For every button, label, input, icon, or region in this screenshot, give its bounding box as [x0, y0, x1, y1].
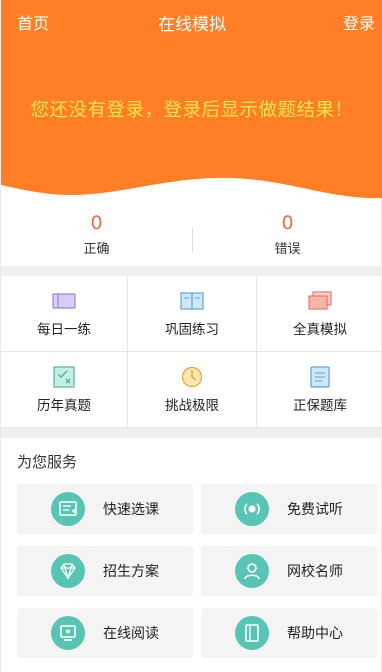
wrong-label: 错误 — [274, 242, 301, 257]
diamond-icon — [51, 554, 85, 588]
result-stats: 0 正确 0 错误 — [1, 206, 382, 266]
grid-item-label: 挑战极限 — [165, 398, 219, 414]
grid-item-challenge[interactable]: 挑战极限 — [128, 352, 257, 428]
teacher-icon — [235, 554, 269, 588]
service-label: 招生方案 — [103, 564, 159, 580]
service-online-reading[interactable]: 在线阅读 — [17, 608, 193, 658]
section-divider — [1, 428, 382, 438]
service-free-trial[interactable]: 免费试听 — [201, 484, 377, 534]
grid-item-label: 全真模拟 — [293, 322, 347, 338]
question-bank-icon — [310, 366, 330, 388]
grid-item-label: 每日一练 — [37, 322, 91, 338]
correct-label: 正确 — [83, 242, 110, 257]
wrong-stat: 0 错误 — [192, 212, 382, 257]
past-papers-icon — [53, 366, 75, 388]
correct-stat: 0 正确 — [1, 212, 192, 257]
daily-practice-icon — [52, 293, 76, 309]
grid-item-consolidate[interactable]: 巩固练习 — [128, 276, 257, 352]
grid-item-label: 巩固练习 — [165, 322, 219, 338]
header-banner: 首页 在线模拟 登录 您还没有登录，登录后显示做题结果！ — [1, 0, 382, 212]
audio-icon — [235, 492, 269, 526]
service-label: 免费试听 — [287, 502, 343, 518]
service-help-center[interactable]: 帮助中心 — [201, 608, 377, 658]
grid-item-daily-practice[interactable]: 每日一练 — [1, 276, 128, 352]
service-course-select[interactable]: 快速选课 — [17, 484, 193, 534]
correct-count: 0 — [90, 212, 103, 234]
grid-item-past-papers[interactable]: 历年真题 — [1, 352, 128, 428]
consolidate-icon — [180, 292, 204, 310]
service-label: 在线阅读 — [103, 626, 159, 642]
help-icon — [235, 616, 269, 650]
section-divider — [1, 266, 382, 276]
app-screen: 首页 在线模拟 登录 您还没有登录，登录后显示做题结果！ 0 正确 0 错误 每… — [0, 0, 382, 672]
grid-item-mock-exam[interactable]: 全真模拟 — [257, 276, 382, 352]
mock-exam-icon — [308, 291, 332, 310]
reading-icon — [51, 616, 85, 650]
service-admission-plan[interactable]: 招生方案 — [17, 546, 193, 596]
services-title: 为您服务 — [17, 453, 78, 471]
service-teachers[interactable]: 网校名师 — [201, 546, 377, 596]
course-select-icon — [51, 492, 85, 526]
challenge-icon — [181, 366, 203, 388]
login-prompt-message[interactable]: 您还没有登录，登录后显示做题结果！ — [1, 96, 382, 122]
service-label: 帮助中心 — [287, 626, 343, 642]
grid-item-label: 正保题库 — [293, 398, 347, 414]
service-label: 网校名师 — [287, 564, 343, 580]
login-link[interactable]: 登录 — [343, 10, 375, 34]
grid-item-question-bank[interactable]: 正保题库 — [257, 352, 382, 428]
page-title: 在线模拟 — [158, 15, 226, 35]
service-label: 快速选课 — [103, 502, 159, 518]
practice-grid: 每日一练 巩固练习 全真模拟 历年真题 挑战极限 正保题库 — [1, 276, 382, 428]
grid-item-label: 历年真题 — [37, 398, 91, 414]
wrong-count: 0 — [281, 212, 294, 234]
